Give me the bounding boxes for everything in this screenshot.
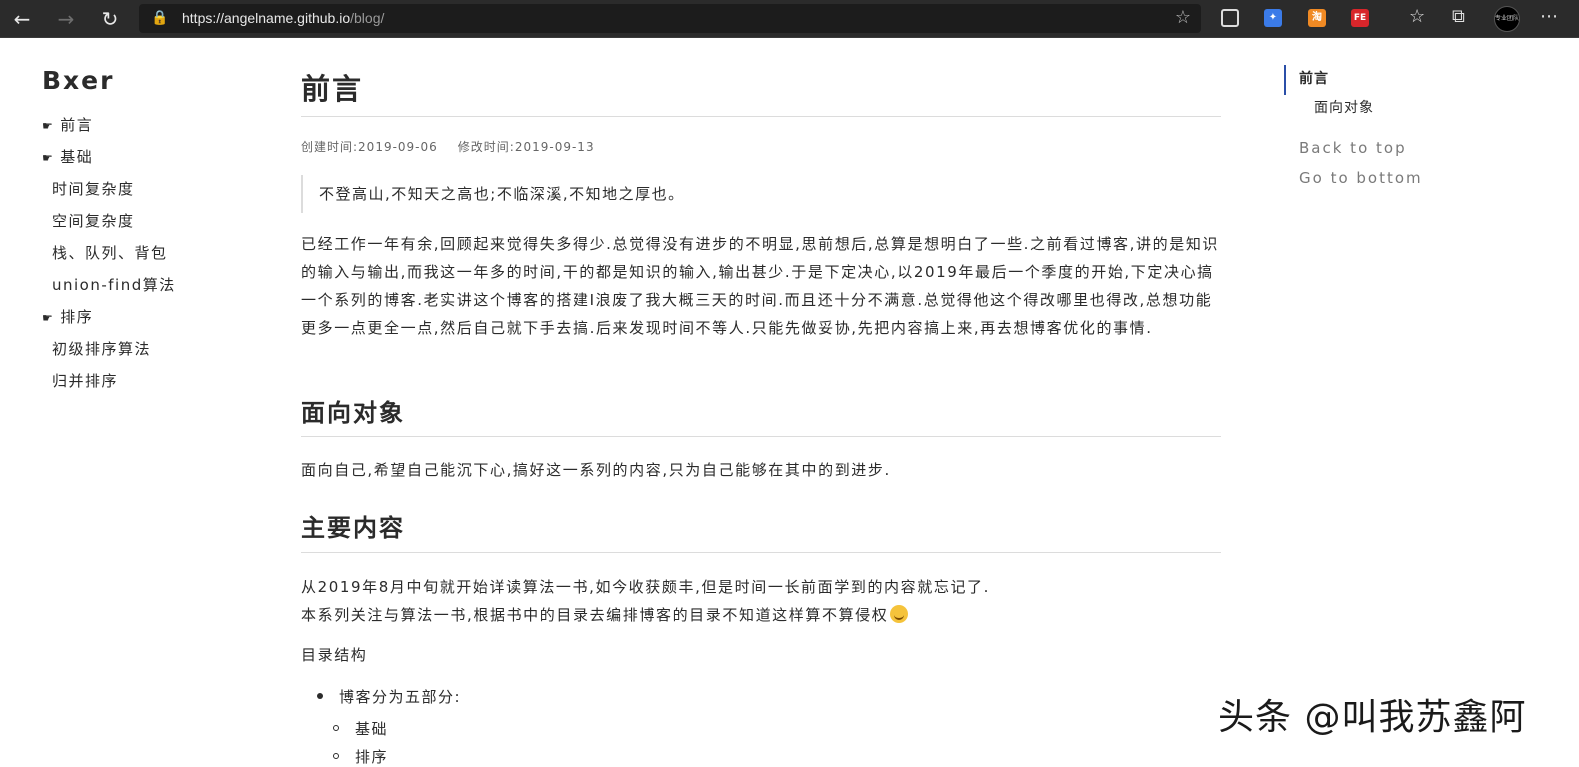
bullet-circle <box>333 753 339 759</box>
go-to-bottom-link[interactable]: Go to bottom <box>1299 169 1423 187</box>
bullet-dot <box>317 693 323 699</box>
main-content-line-1: 从2019年8月中旬就开始详读算法一书,如今收获颇丰,但是时间一长前面学到的内容… <box>301 578 991 596</box>
sidebar-item-mergesort[interactable]: 归并排序 <box>52 370 118 391</box>
fe-extension-icon[interactable]: FE <box>1351 9 1369 27</box>
main-content-line-2-text: 本系列关注与算法一书,根据书中的目录去编排博客的目录不知道这样算不算侵权 <box>301 606 889 624</box>
sidebar-item-label: 排序 <box>60 308 94 326</box>
sidebar-item-basics[interactable]: ☛ 基础 <box>42 146 93 167</box>
created-date: 创建时间:2019-09-06 <box>301 140 438 154</box>
back-arrow-icon[interactable]: ← <box>9 6 35 32</box>
more-menu-icon[interactable]: ⋯ <box>1540 6 1558 27</box>
sidebar-item-elementary-sorts[interactable]: 初级排序算法 <box>52 338 151 359</box>
intro-paragraph: 已经工作一年有余,回顾起来觉得失多得少.总觉得没有进步的不明显,思前想后,总算是… <box>301 235 1220 337</box>
back-to-top-link[interactable]: Back to top <box>1299 139 1407 157</box>
pointing-hand-icon: ☛ <box>42 119 55 133</box>
toc-item-oop[interactable]: 面向对象 <box>1314 97 1374 117</box>
list-item-sub: 排序 <box>355 748 389 766</box>
laughing-emoji-icon <box>890 605 909 623</box>
browser-toolbar: ← → ↻ 🔒 https://angelname.github.io/blog… <box>0 0 1579 38</box>
url-text[interactable]: https://angelname.github.io/blog/ <box>182 10 384 26</box>
blockquote: 不登高山,不知天之高也;不临深溪,不知地之厚也。 <box>301 175 1201 213</box>
sidebar-item-time-complexity[interactable]: 时间复杂度 <box>52 178 135 199</box>
sidebar-item-sorting[interactable]: ☛ 排序 <box>42 306 93 327</box>
post-meta: 创建时间:2019-09-06 修改时间:2019-09-13 <box>301 138 595 155</box>
blue-extension-icon[interactable]: ✦ <box>1264 9 1282 27</box>
section-divider <box>301 436 1221 437</box>
site-title[interactable]: Bxer <box>42 66 114 95</box>
qr-code-icon[interactable] <box>1221 9 1239 27</box>
collections-icon[interactable]: ⧉ <box>1452 6 1465 27</box>
toc-item-preface[interactable]: 前言 <box>1299 68 1329 88</box>
watermark: 头条 @叫我苏鑫阿 <box>1218 697 1527 738</box>
section-heading-main-content: 主要内容 <box>301 514 405 542</box>
pointing-hand-icon: ☛ <box>42 151 55 165</box>
list-item-sub: 基础 <box>355 720 389 738</box>
sidebar-item-label: 基础 <box>60 148 94 166</box>
pointing-hand-icon: ☛ <box>42 311 55 325</box>
sidebar-item-label: 前言 <box>60 116 94 134</box>
section-oop-text: 面向自己,希望自己能沉下心,搞好这一系列的内容,只为自己能够在其中的到进步. <box>301 461 891 479</box>
favorite-star-icon[interactable]: ☆ <box>1175 7 1191 28</box>
list-item: 博客分为五部分: <box>339 688 462 706</box>
modified-date: 修改时间:2019-09-13 <box>457 140 595 154</box>
section-heading-oop: 面向对象 <box>301 399 405 427</box>
bullet-circle <box>333 725 339 731</box>
title-divider <box>301 116 1221 117</box>
url-host: https://angelname.github.io <box>182 10 351 26</box>
main-content-line-2: 本系列关注与算法一书,根据书中的目录去编排博客的目录不知道这样算不算侵权 <box>301 601 1221 629</box>
section-divider <box>301 552 1221 553</box>
sidebar-item-stack-queue-bag[interactable]: 栈、队列、背包 <box>52 242 168 263</box>
reload-icon[interactable]: ↻ <box>97 6 123 32</box>
toc-structure-label: 目录结构 <box>301 646 368 664</box>
sidebar-item-union-find[interactable]: union-find算法 <box>52 274 176 295</box>
forward-arrow-icon[interactable]: → <box>53 6 79 32</box>
favorites-list-icon[interactable]: ☆ <box>1409 6 1425 27</box>
toc-active-indicator <box>1284 65 1286 95</box>
lock-icon: 🔒 <box>151 10 169 26</box>
page-title: 前言 <box>301 72 364 106</box>
orange-extension-icon[interactable]: 淘 <box>1308 9 1326 27</box>
sidebar-item-space-complexity[interactable]: 空间复杂度 <box>52 210 135 231</box>
profile-avatar[interactable]: 专业团队 <box>1494 6 1520 32</box>
sidebar-item-preface[interactable]: ☛ 前言 <box>42 114 93 135</box>
url-path: /blog/ <box>350 10 385 26</box>
address-bar[interactable]: 🔒 https://angelname.github.io/blog/ ☆ <box>139 4 1201 33</box>
